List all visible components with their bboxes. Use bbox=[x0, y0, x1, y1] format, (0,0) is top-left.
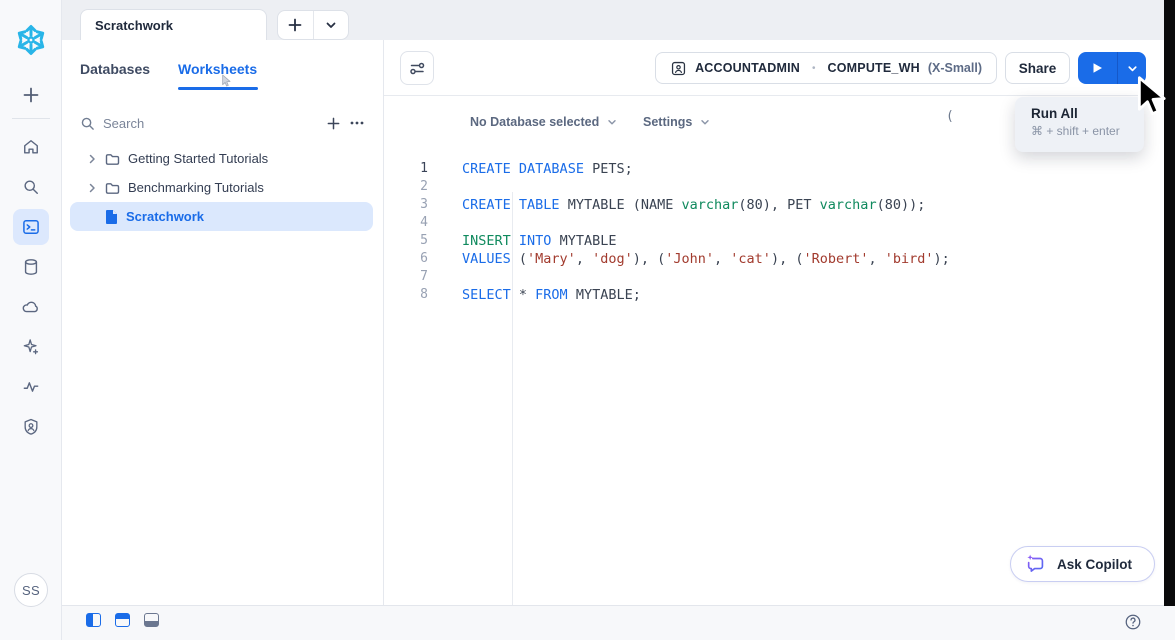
tab-actions-group bbox=[277, 10, 349, 40]
new-worksheet-button[interactable] bbox=[321, 111, 345, 135]
line-numbers: 12345678 bbox=[384, 160, 428, 304]
home-icon bbox=[21, 137, 41, 157]
database-selector-label: No Database selected bbox=[470, 115, 599, 129]
context-selector[interactable]: ACCOUNTADMIN • COMPUTE_WH (X-Small) bbox=[655, 52, 997, 84]
admin-shield-icon bbox=[21, 417, 41, 437]
worksheet-search-row: Search bbox=[80, 110, 369, 136]
play-icon bbox=[1092, 62, 1103, 74]
ai-sparkles-icon bbox=[21, 337, 41, 357]
plus-icon bbox=[22, 86, 40, 104]
chevron-down-icon bbox=[606, 116, 618, 128]
chevron-down-icon bbox=[324, 18, 338, 32]
avatar-initials: SS bbox=[22, 583, 40, 598]
run-all-tooltip[interactable]: Run All ⌘ + shift + enter bbox=[1015, 97, 1144, 152]
role-badge-icon bbox=[670, 60, 687, 77]
worksheet-tab-label: Scratchwork bbox=[95, 18, 173, 33]
user-avatar[interactable]: SS bbox=[14, 573, 48, 607]
main-card: Databases Worksheets Search Getting Star… bbox=[62, 40, 1164, 605]
help-button[interactable] bbox=[1122, 611, 1144, 633]
settings-dropdown[interactable]: Settings bbox=[643, 115, 711, 129]
database-selector[interactable]: No Database selected bbox=[470, 115, 618, 129]
toggle-left-panel-icon[interactable] bbox=[86, 613, 101, 627]
copilot-sparkle-chat-icon bbox=[1025, 553, 1047, 575]
worksheet-tab-scratchwork[interactable]: Scratchwork bbox=[80, 9, 267, 41]
worksheets-icon bbox=[21, 217, 41, 237]
nav-data[interactable] bbox=[13, 249, 49, 285]
settings-label: Settings bbox=[643, 115, 692, 129]
snowflake-logo[interactable] bbox=[13, 22, 49, 58]
chevron-down-icon bbox=[699, 116, 711, 128]
warehouse-size-label: (X-Small) bbox=[928, 61, 982, 75]
context-separator: • bbox=[808, 63, 820, 74]
tree-item-folder[interactable]: Getting Started Tutorials bbox=[70, 144, 373, 173]
new-tab-button[interactable] bbox=[278, 11, 313, 39]
chevron-right-icon[interactable] bbox=[86, 182, 98, 194]
search-input[interactable]: Search bbox=[103, 116, 321, 131]
nav-ai-ml[interactable] bbox=[13, 329, 49, 365]
tree-item-worksheet-selected[interactable]: Scratchwork bbox=[70, 202, 373, 231]
document-icon bbox=[104, 209, 118, 225]
rail-divider bbox=[12, 118, 50, 119]
header-right-cluster: ACCOUNTADMIN • COMPUTE_WH (X-Small) Shar… bbox=[655, 52, 1146, 84]
ask-copilot-button[interactable]: Ask Copilot bbox=[1010, 546, 1155, 582]
partially-hidden-text-fragment: ( bbox=[946, 109, 954, 124]
activity-icon bbox=[21, 377, 41, 397]
secondary-cursor bbox=[218, 73, 234, 89]
bottom-bar bbox=[62, 605, 1175, 640]
chevron-down-icon bbox=[1126, 62, 1139, 75]
plus-icon bbox=[326, 116, 341, 131]
tree-item-label: Benchmarking Tutorials bbox=[128, 180, 264, 195]
ask-copilot-label: Ask Copilot bbox=[1057, 557, 1132, 572]
nav-home[interactable] bbox=[13, 129, 49, 165]
display-options-button[interactable] bbox=[400, 51, 434, 85]
run-button[interactable] bbox=[1078, 52, 1117, 84]
tab-list-button[interactable] bbox=[313, 11, 349, 39]
code-lines[interactable]: CREATE DATABASE PETS; CREATE TABLE MYTAB… bbox=[462, 160, 1155, 304]
worksheet-tree: Getting Started Tutorials Benchmarking T… bbox=[70, 144, 373, 231]
mouse-cursor bbox=[1128, 74, 1170, 120]
warehouse-label: COMPUTE_WH bbox=[828, 61, 920, 75]
tree-item-label: Scratchwork bbox=[126, 209, 204, 224]
nav-search[interactable] bbox=[13, 169, 49, 205]
search-icon bbox=[21, 177, 41, 197]
tab-databases[interactable]: Databases bbox=[80, 61, 150, 77]
share-button[interactable]: Share bbox=[1005, 52, 1070, 84]
nav-data-products[interactable] bbox=[13, 289, 49, 325]
tree-item-label: Getting Started Tutorials bbox=[128, 151, 268, 166]
nav-admin[interactable] bbox=[13, 409, 49, 445]
run-all-shortcut: ⌘ + shift + enter bbox=[1031, 124, 1144, 138]
share-button-label: Share bbox=[1019, 61, 1057, 76]
toggle-bottom-panel-icon[interactable] bbox=[144, 613, 159, 627]
nav-worksheets[interactable] bbox=[13, 209, 49, 245]
sliders-icon bbox=[407, 58, 427, 78]
nav-monitoring[interactable] bbox=[13, 369, 49, 405]
database-icon bbox=[21, 257, 41, 277]
folder-icon bbox=[104, 180, 120, 196]
tab-strip: Scratchwork bbox=[62, 0, 1175, 40]
ellipsis-icon bbox=[349, 115, 365, 131]
editor-header: ACCOUNTADMIN • COMPUTE_WH (X-Small) Shar… bbox=[384, 40, 1164, 96]
cloud-icon bbox=[21, 297, 41, 317]
more-options-button[interactable] bbox=[345, 111, 369, 135]
snowsight-app: Scratchwork Databases Worksheets Search bbox=[0, 0, 1175, 640]
search-icon bbox=[80, 116, 95, 131]
tree-item-folder[interactable]: Benchmarking Tutorials bbox=[70, 173, 373, 202]
create-button[interactable] bbox=[13, 77, 49, 113]
plus-icon bbox=[287, 17, 303, 33]
role-label: ACCOUNTADMIN bbox=[695, 61, 800, 75]
nav-rail: SS bbox=[0, 0, 62, 640]
help-icon bbox=[1124, 613, 1142, 631]
toggle-top-panel-icon[interactable] bbox=[115, 613, 130, 627]
folder-icon bbox=[104, 151, 120, 167]
left-panel: Databases Worksheets Search Getting Star… bbox=[62, 40, 384, 605]
chevron-right-icon[interactable] bbox=[86, 153, 98, 165]
